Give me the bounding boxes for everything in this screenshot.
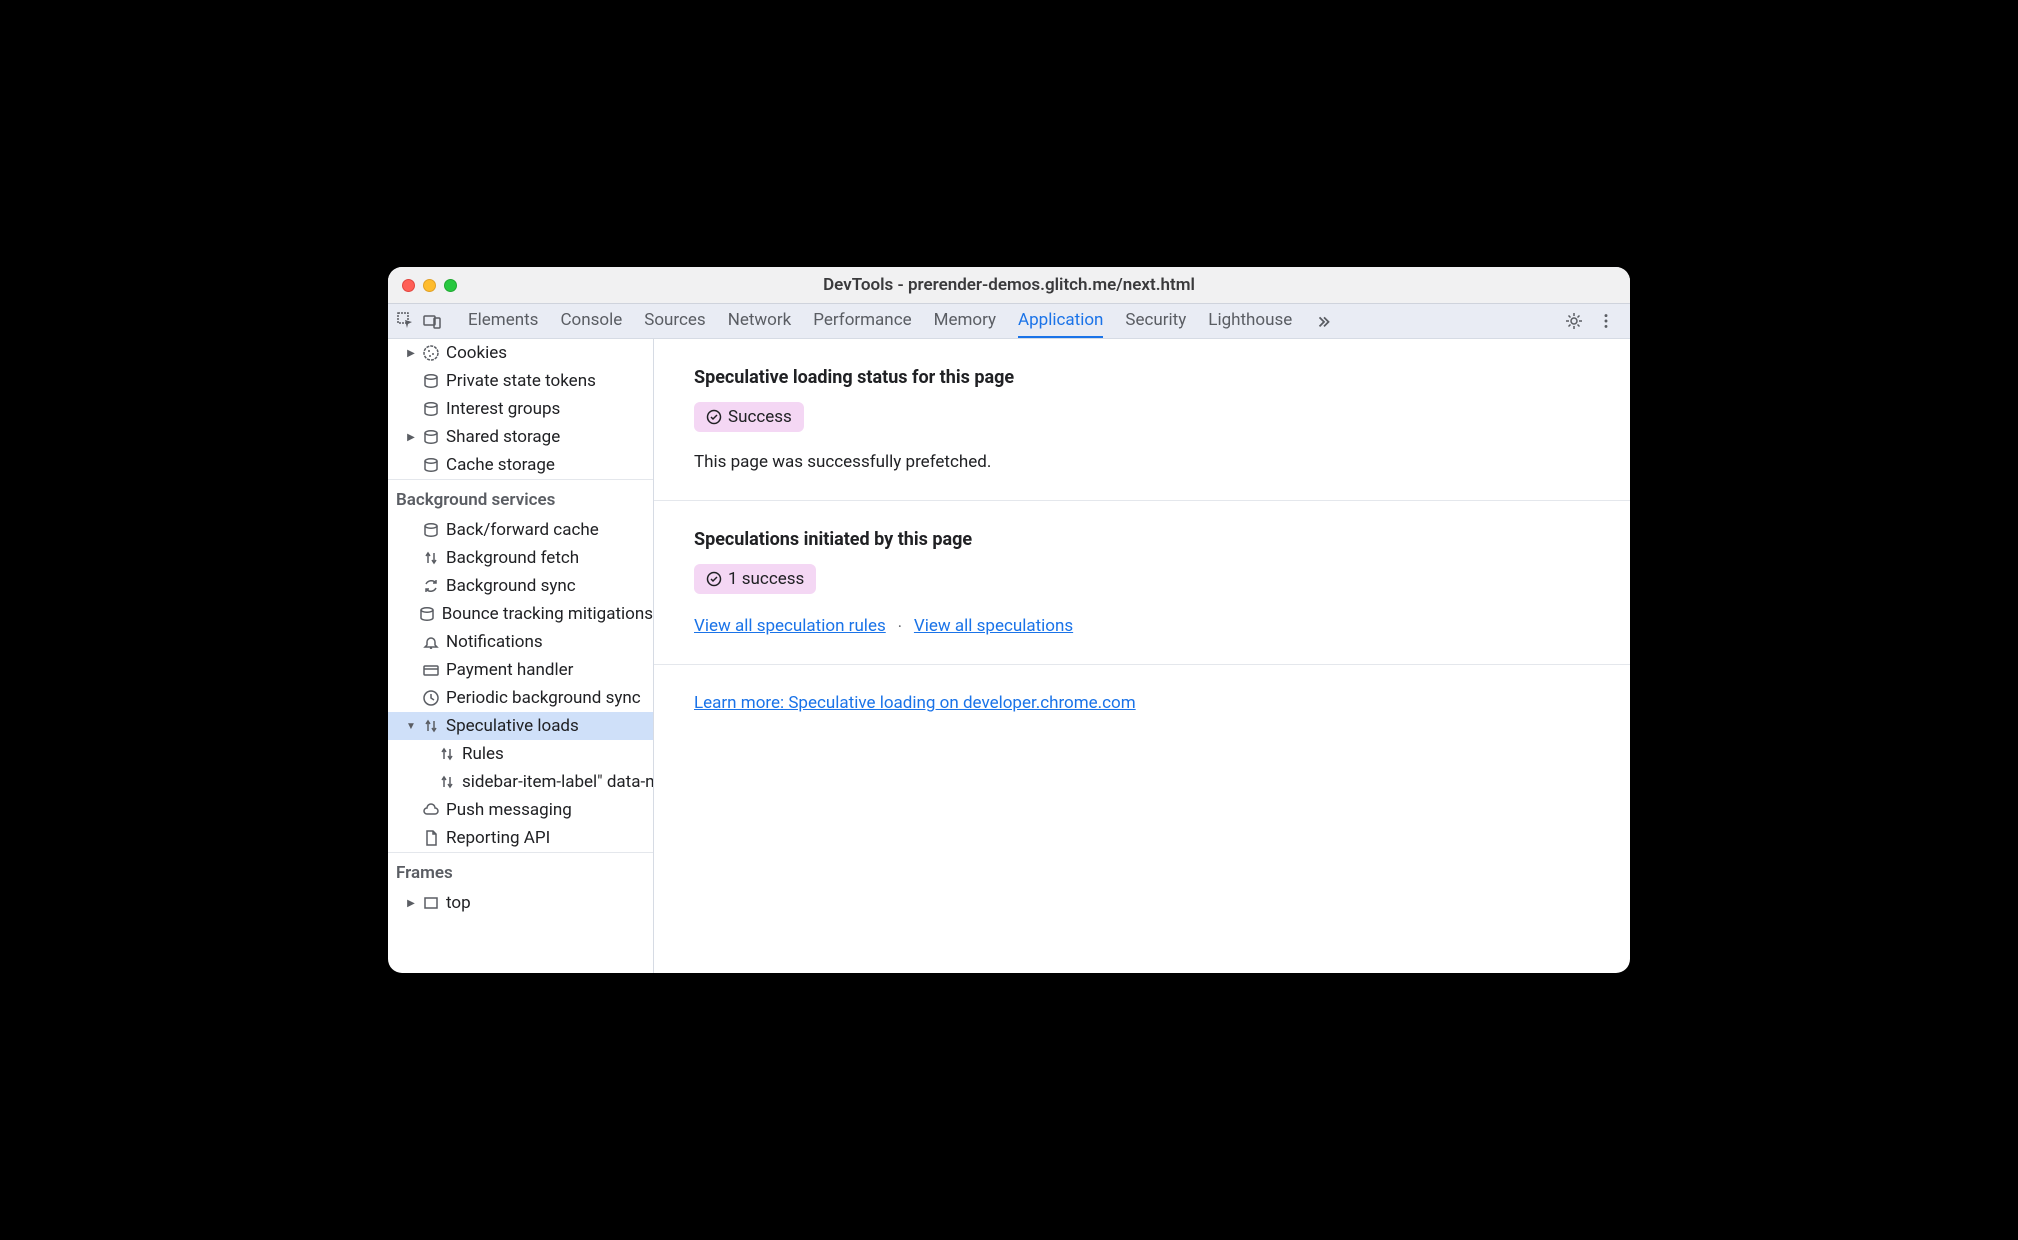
tab-sources[interactable]: Sources: [644, 304, 705, 338]
sidebar-item-reporting-api[interactable]: Reporting API: [388, 824, 653, 852]
learn-more-section: Learn more: Speculative loading on devel…: [654, 665, 1630, 741]
sidebar-item-label: Shared storage: [446, 427, 560, 447]
main-panel: Speculative loading status for this page…: [654, 339, 1630, 973]
updown-icon: [422, 549, 440, 567]
sidebar-item-periodic-sync[interactable]: Periodic background sync: [388, 684, 653, 712]
updown-icon: [438, 745, 456, 763]
sync-icon: [422, 577, 440, 595]
chevron-right-icon: ▶: [406, 348, 416, 358]
tab-memory[interactable]: Memory: [934, 304, 996, 338]
database-icon: [422, 456, 440, 474]
database-icon: [418, 605, 436, 623]
database-icon: [422, 372, 440, 390]
status-section: Speculative loading status for this page…: [654, 339, 1630, 501]
speculations-section: Speculations initiated by this page 1 su…: [654, 501, 1630, 665]
link-view-all-rules[interactable]: View all speculation rules: [694, 616, 886, 636]
sidebar-item-notifications[interactable]: Notifications: [388, 628, 653, 656]
speculations-links: View all speculation rules · View all sp…: [694, 616, 1590, 636]
sidebar-item-label: Payment handler: [446, 660, 573, 680]
cloud-icon: [422, 801, 440, 819]
settings-icon[interactable]: [1564, 311, 1584, 331]
sidebar-item-cookies[interactable]: ▶ Cookies: [388, 339, 653, 367]
tab-lighthouse[interactable]: Lighthouse: [1208, 304, 1292, 338]
tab-console[interactable]: Console: [560, 304, 622, 338]
sidebar-item-label: Cache storage: [446, 455, 555, 475]
tab-network[interactable]: Network: [728, 304, 792, 338]
sidebar-item-push-messaging[interactable]: Push messaging: [388, 796, 653, 824]
sidebar-item-label: Reporting API: [446, 828, 550, 848]
sidebar-item-label: Speculative loads: [446, 716, 579, 736]
speculations-heading: Speculations initiated by this page: [694, 529, 1590, 550]
status-badge: Success: [694, 402, 804, 432]
separator: ·: [898, 617, 902, 636]
sidebar-item-interest-groups[interactable]: Interest groups: [388, 395, 653, 423]
status-badge-text: Success: [728, 407, 792, 427]
inspect-element-icon[interactable]: [396, 311, 416, 331]
sidebar-item-cache-storage[interactable]: Cache storage: [388, 451, 653, 479]
cookie-icon: [422, 344, 440, 362]
tab-elements[interactable]: Elements: [468, 304, 538, 338]
sidebar-section-frames: Frames: [388, 852, 653, 889]
chevron-down-icon: ▼: [406, 721, 416, 731]
devtools-toolbar: Elements Console Sources Network Perform…: [388, 303, 1630, 339]
sidebar-item-label: Notifications: [446, 632, 543, 652]
link-view-all-speculations[interactable]: View all speculations: [914, 616, 1073, 636]
sidebar-item-label: Interest groups: [446, 399, 560, 419]
sidebar-item-label: Background sync: [446, 576, 576, 596]
link-learn-more[interactable]: Learn more: Speculative loading on devel…: [694, 693, 1136, 713]
status-text: This page was successfully prefetched.: [694, 452, 1590, 472]
sidebar-item-label: Push messaging: [446, 800, 572, 820]
kebab-menu-icon[interactable]: [1596, 311, 1616, 331]
sidebar-item-label: Cookies: [446, 343, 507, 363]
bell-icon: [422, 633, 440, 651]
sidebar-item-top-frame[interactable]: ▶ top: [388, 889, 653, 917]
check-circle-icon: [706, 409, 722, 425]
database-icon: [422, 400, 440, 418]
updown-icon: [422, 717, 440, 735]
application-sidebar: ▶ Cookies Private state tokens Interest …: [388, 339, 654, 973]
sidebar-item-label: Bounce tracking mitigations: [442, 604, 653, 624]
sidebar-item-private-state-tokens[interactable]: Private state tokens: [388, 367, 653, 395]
database-icon: [422, 521, 440, 539]
sidebar-item-speculations[interactable]: sidebar-item-label" data-name="sidebar-i…: [388, 768, 653, 796]
window-title: DevTools - prerender-demos.glitch.me/nex…: [388, 275, 1630, 295]
devtools-window: DevTools - prerender-demos.glitch.me/nex…: [388, 267, 1630, 973]
sidebar-item-rules[interactable]: Rules: [388, 740, 653, 768]
sidebar-item-payment-handler[interactable]: Payment handler: [388, 656, 653, 684]
speculations-badge: 1 success: [694, 564, 816, 594]
sidebar-item-background-fetch[interactable]: Background fetch: [388, 544, 653, 572]
more-tabs-icon[interactable]: [1314, 311, 1334, 331]
tab-application[interactable]: Application: [1018, 304, 1103, 338]
document-icon: [422, 829, 440, 847]
sidebar-item-label: Back/forward cache: [446, 520, 599, 540]
sidebar-item-bfcache[interactable]: Back/forward cache: [388, 516, 653, 544]
sidebar-item-label: Background fetch: [446, 548, 579, 568]
sidebar-item-bounce-tracking[interactable]: Bounce tracking mitigations: [388, 600, 653, 628]
status-heading: Speculative loading status for this page: [694, 367, 1590, 388]
content-area: ▶ Cookies Private state tokens Interest …: [388, 339, 1630, 973]
sidebar-item-label: Private state tokens: [446, 371, 596, 391]
tab-performance[interactable]: Performance: [813, 304, 911, 338]
sidebar-item-label: Periodic background sync: [446, 688, 641, 708]
chevron-right-icon: ▶: [406, 432, 416, 442]
titlebar: DevTools - prerender-demos.glitch.me/nex…: [388, 267, 1630, 303]
database-icon: [422, 428, 440, 446]
sidebar-item-shared-storage[interactable]: ▶ Shared storage: [388, 423, 653, 451]
tab-security[interactable]: Security: [1125, 304, 1186, 338]
sidebar-item-background-sync[interactable]: Background sync: [388, 572, 653, 600]
device-toolbar-icon[interactable]: [422, 311, 442, 331]
clock-icon: [422, 689, 440, 707]
sidebar-item-label: top: [446, 893, 471, 913]
speculations-badge-text: 1 success: [728, 569, 804, 589]
devtools-tabs: Elements Console Sources Network Perform…: [468, 304, 1560, 338]
credit-card-icon: [422, 661, 440, 679]
chevron-right-icon: ▶: [406, 898, 416, 908]
check-circle-icon: [706, 571, 722, 587]
frame-icon: [422, 894, 440, 912]
sidebar-section-background-services: Background services: [388, 479, 653, 516]
sidebar-item-speculative-loads[interactable]: ▼ Speculative loads: [388, 712, 653, 740]
updown-icon: [438, 773, 456, 791]
sidebar-item-label: Rules: [462, 744, 504, 764]
